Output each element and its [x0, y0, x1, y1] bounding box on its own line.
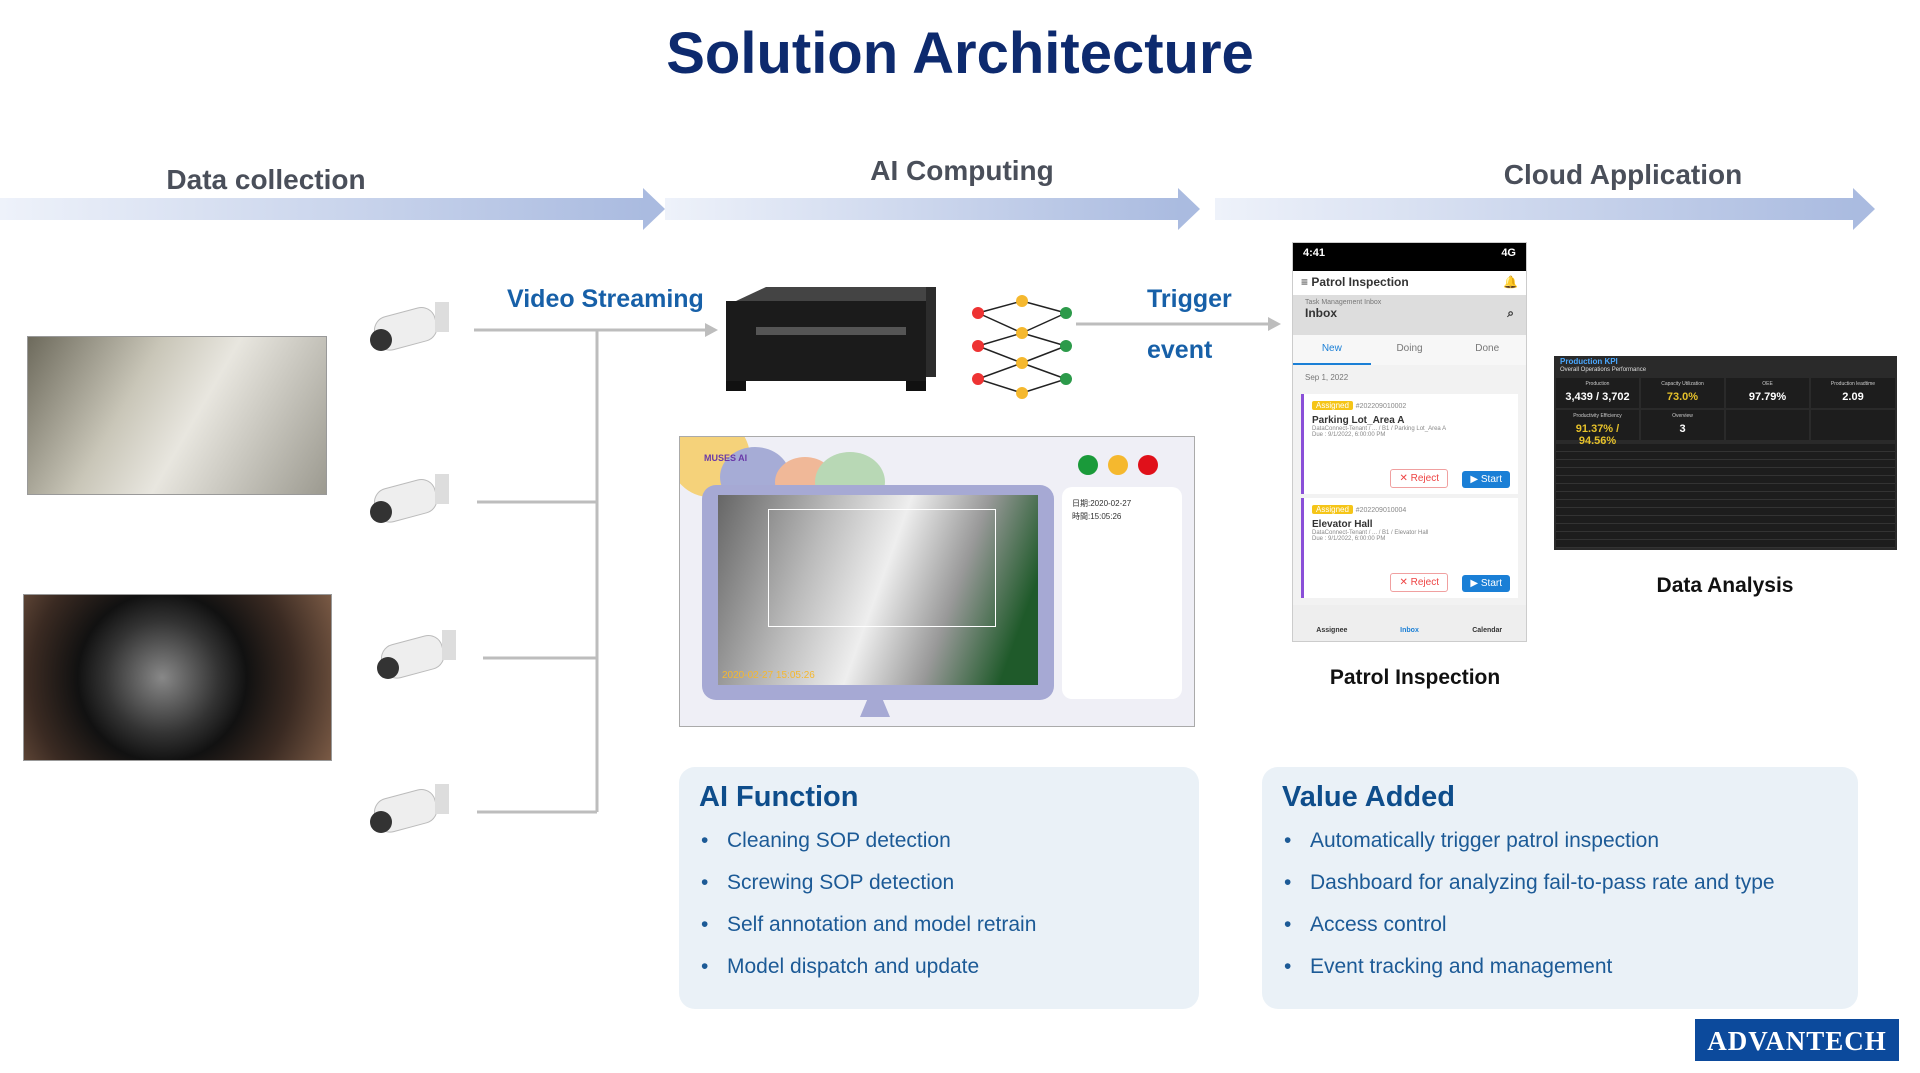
task-id: #202209010002: [1355, 403, 1407, 410]
value-added-item: Dashboard for analyzing fail-to-pass rat…: [1282, 862, 1838, 904]
kpi-label: Production: [1585, 381, 1610, 387]
reject-button[interactable]: ✕ Reject: [1390, 469, 1448, 488]
breadcrumb: Task Management Inbox: [1305, 299, 1382, 306]
date-header: Sep 1, 2022: [1305, 373, 1349, 382]
video-streaming-label: Video Streaming: [507, 285, 704, 313]
server-icon: [726, 287, 936, 391]
nav-calendar[interactable]: Calendar: [1448, 627, 1526, 641]
kpi-label: Productivity Efficiency: [1573, 413, 1622, 419]
detection-panel: 日期:2020-02-27 時間:15:05:26: [1062, 487, 1182, 699]
status-time: 4:41: [1303, 247, 1326, 259]
value-added-title: Value Added: [1282, 781, 1455, 813]
status-badge: Assigned: [1312, 505, 1353, 514]
kpi-label: Production leadtime: [1830, 381, 1876, 387]
dashboard-subtitle: Overall Operations Performance: [1560, 367, 1647, 373]
ai-function-item: Cleaning SOP detection: [699, 820, 1179, 862]
menu-icon[interactable]: ≡: [1301, 275, 1311, 289]
patrol-inspection-caption: Patrol Inspection: [1329, 666, 1501, 689]
app-title: Patrol Inspection: [1311, 275, 1409, 289]
muses-ai-logo: MUSES AI: [704, 453, 748, 463]
trigger-label: Trigger: [1147, 285, 1232, 313]
status-light-green: [1078, 455, 1098, 475]
kpi-label: OEE: [1762, 381, 1773, 387]
tab-new[interactable]: New: [1293, 335, 1371, 365]
kpi-value: 2.09: [1842, 391, 1864, 403]
ai-function-title: AI Function: [699, 781, 859, 813]
search-icon[interactable]: ⌕: [1507, 306, 1514, 321]
camera-icon: [370, 784, 449, 833]
neural-network-icon: [972, 295, 1072, 399]
reject-button[interactable]: ✕ Reject: [1390, 573, 1448, 592]
task-id: #202209010004: [1355, 507, 1407, 514]
kpi-value: 73.0%: [1666, 391, 1699, 403]
task-name: Elevator Hall: [1312, 519, 1373, 530]
value-added-item: Access control: [1282, 904, 1838, 946]
ai-inference-screen: MUSES AI 2020-02-27 15:05:26 日期:2020-02-…: [679, 436, 1195, 727]
value-added-box: Value Added Automatically trigger patrol…: [1262, 767, 1858, 1009]
notification-icon[interactable]: 🔔: [1503, 275, 1518, 291]
advantech-logo: ADVANTECH: [1695, 1019, 1899, 1061]
task-card[interactable]: Assigned #202209010002 Parking Lot_Area …: [1301, 394, 1518, 494]
value-added-item: Event tracking and management: [1282, 946, 1838, 988]
data-analysis-caption: Data Analysis: [1656, 574, 1794, 597]
nav-inbox[interactable]: Inbox: [1371, 627, 1449, 641]
camera-icon: [370, 302, 449, 351]
event-label: event: [1147, 336, 1213, 364]
monitor-frame: 2020-02-27 15:05:26: [702, 485, 1054, 700]
task-name: Parking Lot_Area A: [1312, 415, 1405, 426]
status-light-yellow: [1108, 455, 1128, 475]
task-due: Due : 9/1/2022, 6:00:00 PM: [1312, 536, 1386, 542]
status-badge: Assigned: [1312, 401, 1353, 410]
kpi-label: Capacity Utilization: [1661, 381, 1704, 387]
kpi-value: 3: [1679, 423, 1686, 435]
camera-icon: [370, 474, 449, 523]
ai-function-item: Model dispatch and update: [699, 946, 1179, 988]
nav-assignee[interactable]: Assignee: [1293, 627, 1371, 641]
dashboard-title: Production KPI: [1560, 357, 1618, 366]
feed-timestamp: 2020-02-27 15:05:26: [722, 670, 815, 681]
task-due: Due : 9/1/2022, 6:00:00 PM: [1312, 432, 1386, 438]
ai-function-item: Self annotation and model retrain: [699, 904, 1179, 946]
tab-done[interactable]: Done: [1448, 335, 1526, 365]
start-button[interactable]: ▶ Start: [1462, 471, 1510, 488]
status-signal: 4G: [1501, 247, 1516, 259]
ai-function-item: Screwing SOP detection: [699, 862, 1179, 904]
kpi-label: Overview: [1672, 413, 1693, 419]
camera-feed: 2020-02-27 15:05:26: [718, 495, 1038, 685]
detection-date: 日期:2020-02-27: [1072, 499, 1132, 508]
kpi-table: [1556, 444, 1895, 548]
detection-time: 時間:15:05:26: [1072, 512, 1122, 521]
task-card[interactable]: Assigned #202209010004 Elevator Hall Dat…: [1301, 498, 1518, 598]
status-light-red: [1138, 455, 1158, 475]
kpi-value: 97.79%: [1748, 391, 1787, 403]
ai-function-box: AI Function Cleaning SOP detection Screw…: [679, 767, 1199, 1009]
inbox-heading: Inbox: [1305, 306, 1337, 320]
production-kpi-dashboard: Production KPI Overall Operations Perfor…: [1554, 356, 1897, 550]
start-button[interactable]: ▶ Start: [1462, 575, 1510, 592]
camera-icon: [377, 630, 456, 679]
patrol-phone-app: 4:41 4G ≡ Patrol Inspection 🔔 Task Managem…: [1292, 242, 1527, 642]
tab-doing[interactable]: Doing: [1371, 335, 1449, 365]
value-added-item: Automatically trigger patrol inspection: [1282, 820, 1838, 862]
kpi-value: 3,439 / 3,702: [1565, 391, 1630, 403]
